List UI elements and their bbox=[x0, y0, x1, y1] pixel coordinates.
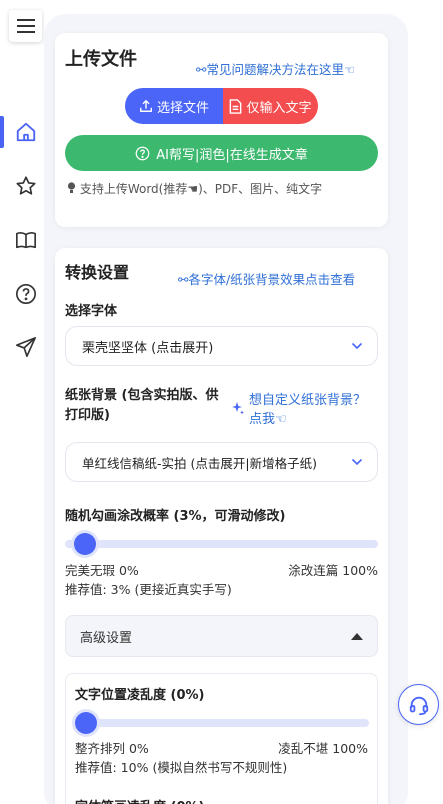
sparkle-icon bbox=[232, 402, 244, 415]
scribble-slider[interactable] bbox=[65, 533, 378, 555]
document-icon bbox=[230, 98, 242, 114]
custom-paper-line1: 想自定义纸张背景？ bbox=[249, 393, 367, 408]
paper-select[interactable]: 单红线信稿纸-实拍 (点击展开|新增格子纸) bbox=[65, 442, 378, 482]
upload-card: 上传文件 ⚯常见问题解决方法在这里☜ 选择文件 仅输入文字 AI帮写|润色|在线… bbox=[55, 33, 388, 227]
position-slider[interactable] bbox=[75, 712, 369, 734]
upload-button-group: 选择文件 仅输入文字 bbox=[125, 88, 318, 124]
help-circle-icon bbox=[135, 146, 150, 160]
paper-label-line1: 纸张背景 (包含实拍版、供 bbox=[65, 388, 219, 403]
position-slider-thumb[interactable] bbox=[75, 712, 97, 734]
chevron-down-icon bbox=[351, 342, 363, 350]
font-label: 选择字体 bbox=[65, 304, 118, 319]
custom-paper-link[interactable]: 想自定义纸张背景？ 点我☜ bbox=[231, 391, 366, 429]
scribble-max: 涂改连篇 100% bbox=[288, 563, 378, 578]
paper-label: 纸张背景 (包含实拍版、供 打印版) bbox=[65, 386, 218, 426]
lightbulb-icon bbox=[67, 182, 76, 193]
upload-hint: 支持上传Word(推荐☚)、PDF、图片、纯文字 bbox=[67, 180, 322, 197]
text-only-button[interactable]: 仅输入文字 bbox=[223, 88, 318, 124]
customer-support-button[interactable] bbox=[398, 684, 439, 725]
position-min: 整齐排列 0% bbox=[75, 741, 149, 756]
stroke-mess-label: 字体笔画凌乱度 (0%) bbox=[75, 796, 204, 804]
advanced-settings-panel: 文字位置凌乱度 (0%) 整齐排列 0% 凌乱不堪 100% 推荐值: 10% … bbox=[65, 673, 378, 804]
send-icon bbox=[16, 337, 36, 357]
chevron-down-icon bbox=[351, 458, 363, 466]
select-file-label: 选择文件 bbox=[156, 100, 209, 116]
advanced-settings-label: 高级设置 bbox=[80, 630, 133, 646]
ai-write-label: AI帮写|润色|在线生成文章 bbox=[156, 147, 308, 163]
text-only-label: 仅输入文字 bbox=[246, 100, 312, 116]
faq-link[interactable]: ⚯常见问题解决方法在这里☜ bbox=[196, 59, 355, 78]
hamburger-icon bbox=[16, 19, 35, 33]
convert-title: 转换设置 bbox=[65, 263, 130, 282]
caret-up-icon bbox=[351, 632, 363, 640]
help-circle-icon bbox=[16, 284, 36, 304]
scribble-recommend: 推荐值: 3% (更接近真实手写) bbox=[65, 582, 232, 597]
paper-select-value: 单红线信稿纸-实拍 (点击展开|新增格子纸) bbox=[82, 455, 317, 471]
custom-paper-line2: 点我☜ bbox=[249, 412, 287, 427]
book-icon bbox=[16, 232, 36, 249]
position-recommend: 推荐值: 10% (模拟自然书写不规则性) bbox=[75, 760, 288, 775]
select-file-button[interactable]: 选择文件 bbox=[125, 88, 223, 124]
advanced-settings-toggle[interactable]: 高级设置 bbox=[65, 615, 378, 657]
scribble-slider-thumb[interactable] bbox=[73, 533, 96, 555]
headset-icon bbox=[409, 696, 428, 715]
home-icon bbox=[16, 122, 36, 142]
star-icon bbox=[16, 176, 36, 195]
scribble-label: 随机勾画涂改概率 (3%，可滑动修改) bbox=[65, 509, 286, 524]
upload-title: 上传文件 bbox=[65, 49, 137, 70]
position-label: 文字位置凌乱度 (0%) bbox=[75, 688, 205, 703]
paper-label-line2: 打印版) bbox=[65, 408, 110, 423]
font-select-value: 栗壳坚坚体 (点击展开) bbox=[82, 340, 214, 356]
scribble-min: 完美无瑕 0% bbox=[65, 563, 139, 578]
position-max: 凌乱不堪 100% bbox=[278, 741, 368, 756]
ai-write-button[interactable]: AI帮写|润色|在线生成文章 bbox=[65, 135, 378, 171]
convert-settings-card: 转换设置 ⚯各字体/纸张背景效果点击查看 选择字体 栗壳坚坚体 (点击展开) 纸… bbox=[55, 248, 388, 804]
menu-button[interactable] bbox=[9, 10, 42, 42]
upload-hint-text: 支持上传Word(推荐☚)、PDF、图片、纯文字 bbox=[79, 182, 323, 196]
preview-link[interactable]: ⚯各字体/纸张背景效果点击查看 bbox=[178, 269, 355, 288]
font-select[interactable]: 栗壳坚坚体 (点击展开) bbox=[65, 326, 378, 366]
upload-icon bbox=[140, 99, 152, 112]
